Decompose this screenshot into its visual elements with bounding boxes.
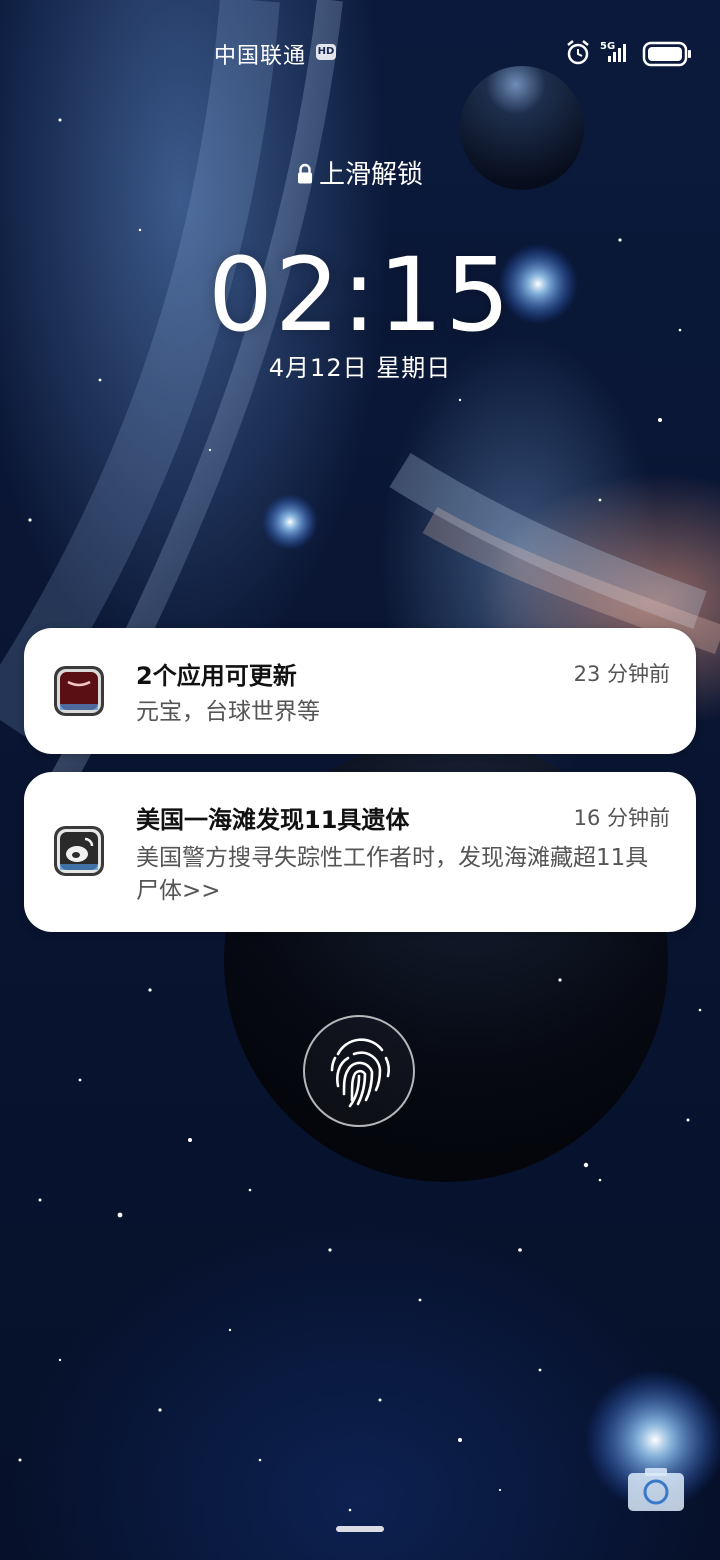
alarm-icon	[567, 40, 589, 65]
lock-icon	[297, 163, 312, 184]
clock-time: 02:15	[208, 236, 512, 355]
notification-body: 元宝，台球世界等	[136, 699, 320, 725]
unlock-hint: 上滑解锁	[0, 154, 720, 191]
clock-date: 4月12日 星期日	[268, 354, 452, 382]
notification-time: 23 分钟前	[573, 662, 670, 686]
carrier-name: 中国联通	[214, 44, 307, 69]
battery-icon	[642, 41, 691, 67]
fingerprint-icon[interactable]	[302, 1014, 416, 1128]
svg-text:5G: 5G	[600, 41, 615, 52]
notification-time: 16 分钟前	[573, 806, 670, 830]
hd-badge: HD	[316, 44, 336, 60]
notification-title: 美国一海滩发现11具遗体	[136, 806, 410, 834]
notification-app-updates[interactable]: 2个应用可更新 23 分钟前 元宝，台球世界等	[24, 628, 696, 754]
lock-screen: 中国联通 HD 5G 上滑解锁 02:15 4月12日 星期日 2个应用可更新 …	[0, 0, 720, 1560]
home-indicator[interactable]	[336, 1526, 384, 1532]
weibo-icon	[54, 826, 104, 876]
signal-5g-icon: 5G	[600, 41, 626, 62]
status-bar: 中国联通 HD 5G	[0, 0, 720, 100]
notification-body: 美国警方搜寻失踪性工作者时，发现海滩藏超11具尸体>>	[136, 845, 649, 904]
notification-news[interactable]: 美国一海滩发现11具遗体 16 分钟前 美国警方搜寻失踪性工作者时，发现海滩藏超…	[24, 772, 696, 932]
unlock-hint-text: 上滑解锁	[318, 160, 423, 190]
notification-title: 2个应用可更新	[136, 662, 297, 690]
status-icons: 5G	[567, 40, 691, 67]
camera-icon[interactable]	[627, 1467, 685, 1513]
app-store-icon	[54, 666, 104, 716]
